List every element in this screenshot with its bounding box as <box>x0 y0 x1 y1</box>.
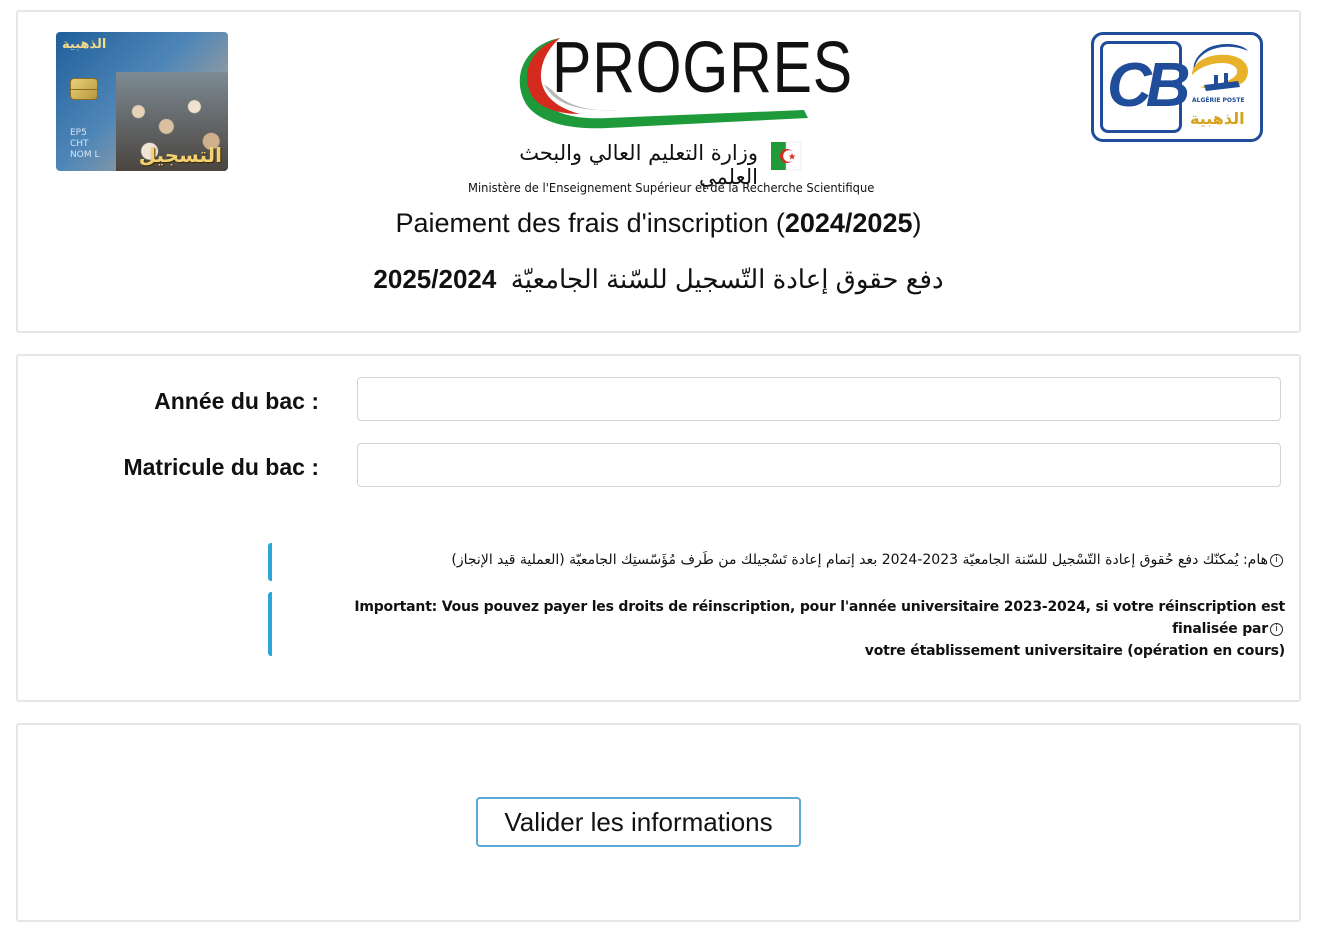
ccp-edahabia-logo: CB ALGÉRIE POSTE الذهبية <box>1091 32 1263 142</box>
notice-french: Important: Vous pouvez payer les droits … <box>268 592 1285 659</box>
card-label-top: الذهبية <box>62 37 107 52</box>
action-card: Valider les informations <box>16 723 1301 922</box>
card-digits: EP5 CHT NOM L <box>70 128 100 160</box>
page-title-ar: دفع حقوق إعادة التّسجيل للسّنة الجامعيّة… <box>373 264 944 294</box>
algeria-flag-icon <box>771 141 802 171</box>
progres-logo: PROGRES وزارة التعليم العالي والبحث العل… <box>468 26 874 195</box>
ccp-gold-text: الذهبية <box>1190 109 1245 128</box>
bac-year-label: Année du bac : <box>154 388 319 414</box>
progres-wordmark: PROGRES <box>552 28 854 108</box>
bac-matricule-label: Matricule du bac : <box>123 454 319 480</box>
ministry-name-fr: Ministère de l'Enseignement Supérieur et… <box>468 181 875 195</box>
ccp-letters: CB <box>1107 51 1191 120</box>
algerie-poste-emblem: ALGÉRIE POSTE الذهبية <box>1186 41 1258 133</box>
form-card: Année du bac : Matricule du bac : iهام: … <box>16 354 1301 702</box>
ccp-letters-box: CB <box>1100 41 1191 133</box>
notice-arabic-text: هام: يُمكنّك دفع حُقوق إعادة التّسْجيل ل… <box>451 552 1268 568</box>
info-icon: i <box>1270 553 1283 567</box>
page-title-fr: Paiement des frais d'inscription (2024/2… <box>395 208 922 238</box>
bac-year-input[interactable] <box>357 377 1281 421</box>
notice-french-line1: Important: Vous pouvez payer les droits … <box>354 599 1285 637</box>
poste-bird-icon <box>1192 44 1248 91</box>
ccp-poste-text: ALGÉRIE POSTE <box>1192 97 1245 104</box>
notice-arabic: iهام: يُمكنّك دفع حُقوق إعادة التّسْجيل … <box>268 543 1285 581</box>
bac-matricule-input[interactable] <box>357 443 1281 487</box>
card-chip-icon <box>70 78 98 100</box>
header-card: الذهبية EP5 CHT NOM L التسجيل PROGRES وز… <box>16 10 1301 333</box>
card-label-bottom: التسجيل <box>138 143 222 167</box>
edahabia-card-image: الذهبية EP5 CHT NOM L التسجيل <box>56 32 228 171</box>
validate-button[interactable]: Valider les informations <box>476 797 801 847</box>
info-icon: i <box>1270 622 1283 636</box>
notice-french-line2: votre établissement universitaire (opéra… <box>864 643 1285 659</box>
